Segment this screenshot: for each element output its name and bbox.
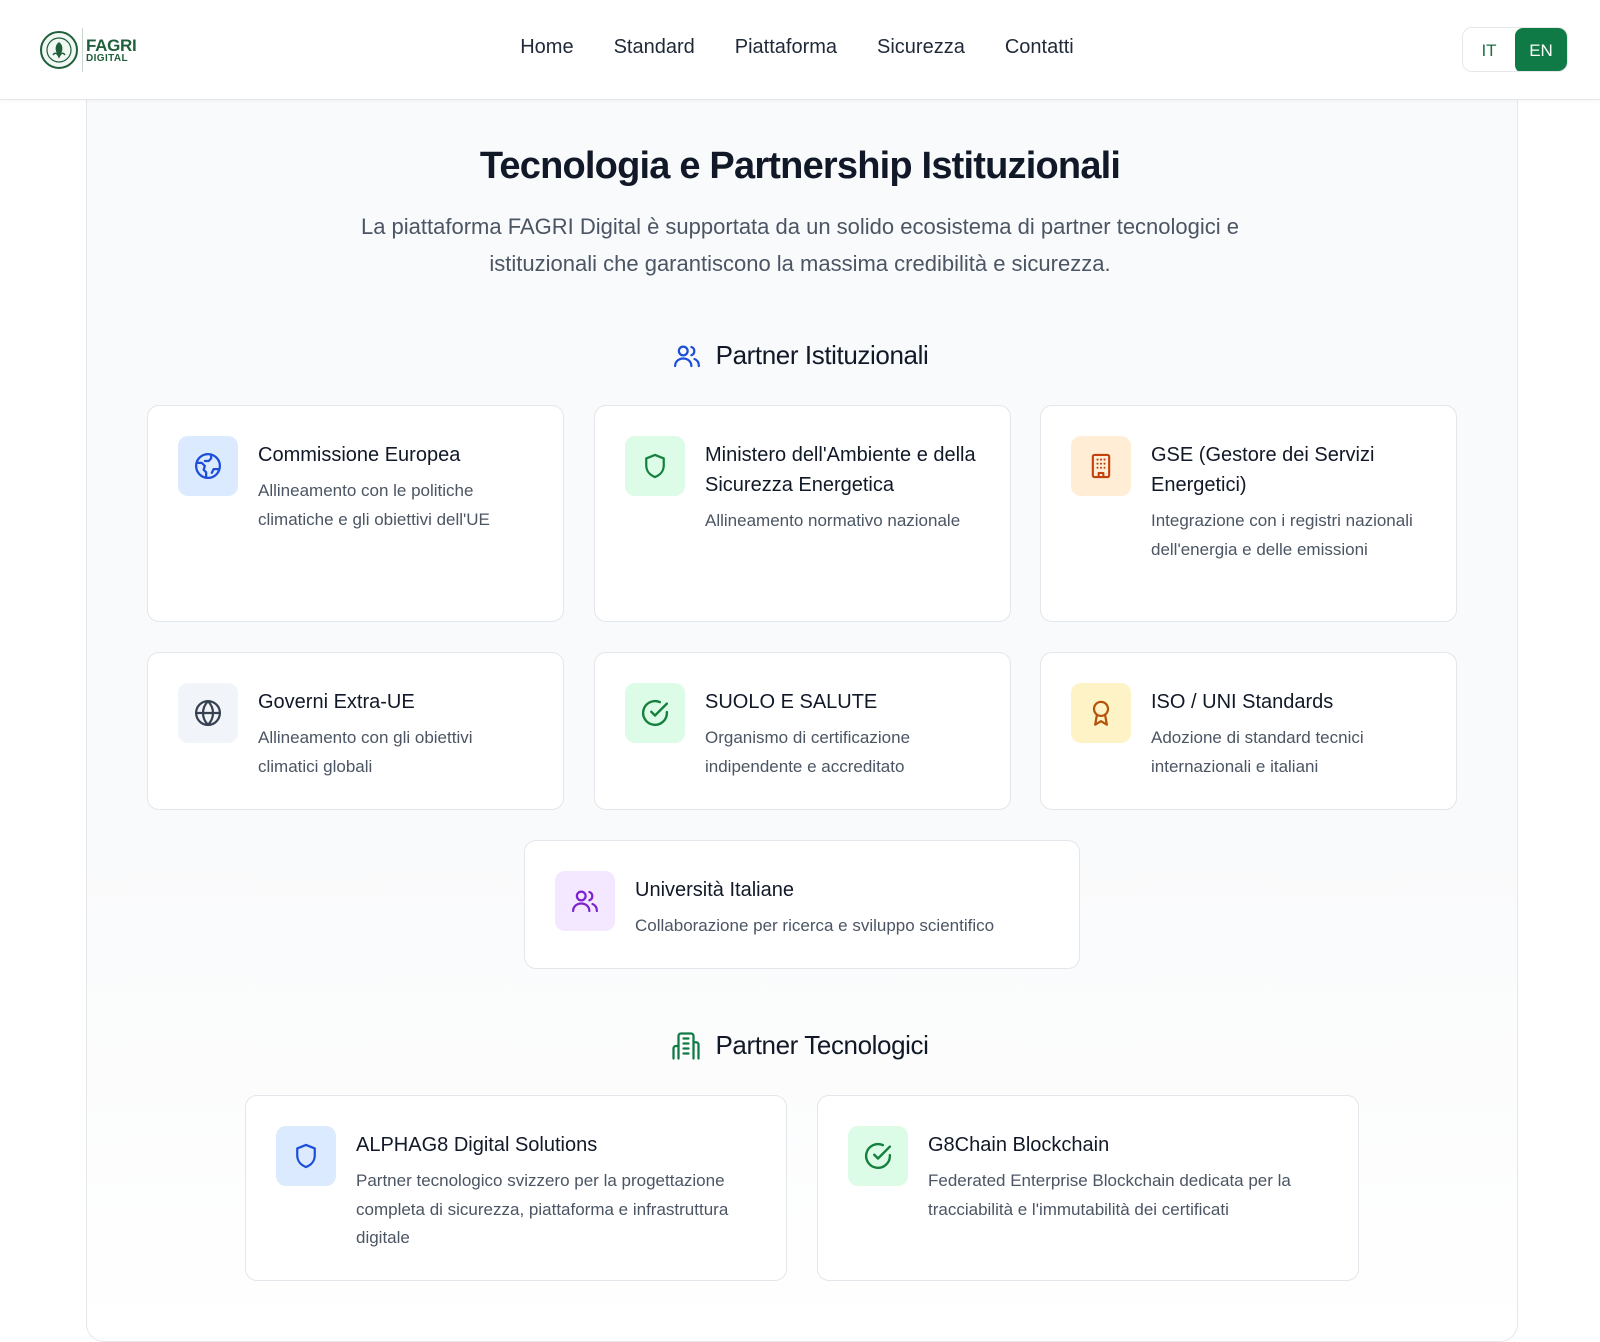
- earth-icon: [178, 436, 238, 496]
- technology-heading-text: Partner Tecnologici: [715, 1030, 929, 1060]
- nav-sicurezza[interactable]: Sicurezza: [877, 36, 965, 59]
- language-switcher: IT EN: [1462, 27, 1568, 72]
- card-title: ISO / UNI Standards: [1151, 691, 1334, 713]
- nav-standard[interactable]: Standard: [614, 36, 695, 59]
- card-description: Partner tecnologico svizzero per la prog…: [356, 1171, 729, 1247]
- page-subtitle: La piattaforma FAGRI Digital è supportat…: [360, 214, 1240, 276]
- card-title: G8Chain Blockchain: [928, 1134, 1110, 1156]
- building-icon: [672, 1031, 701, 1060]
- check-circle-icon: [625, 683, 685, 743]
- card-description: Adozione di standard tecnici internazion…: [1151, 728, 1364, 776]
- tech-card-alphag8[interactable]: ALPHAG8 Digital Solutions Partner tecnol…: [245, 1095, 787, 1281]
- institutional-heading: Partner Istituzionali: [0, 340, 1600, 371]
- card-description: Allineamento con le politiche climatiche…: [258, 481, 490, 529]
- main-nav: Home Standard Piattaforma Sicurezza Cont…: [0, 36, 1600, 59]
- card-title: Università Italiane: [635, 879, 794, 901]
- card-description: Integrazione con i registri nazionali de…: [1151, 511, 1413, 559]
- site-header: FAGRI DIGITAL Home Standard Piattaforma …: [0, 0, 1600, 100]
- partner-card-iso-uni[interactable]: ISO / UNI Standards Adozione di standard…: [1040, 652, 1457, 810]
- partner-card-gse[interactable]: GSE (Gestore dei Servizi Energetici) Int…: [1040, 405, 1457, 622]
- partner-card-governi-extra-ue[interactable]: Governi Extra-UE Allineamento con gli ob…: [147, 652, 564, 810]
- shield-icon: [276, 1126, 336, 1186]
- lang-en-button[interactable]: EN: [1515, 28, 1567, 71]
- card-description: Allineamento normativo nazionale: [705, 511, 961, 530]
- nav-piattaforma[interactable]: Piattaforma: [735, 36, 837, 59]
- partner-card-suolo-e-salute[interactable]: SUOLO E SALUTE Organismo di certificazio…: [594, 652, 1011, 810]
- institutional-heading-text: Partner Istituzionali: [715, 340, 929, 370]
- card-title: SUOLO E SALUTE: [705, 691, 878, 713]
- globe-icon: [178, 683, 238, 743]
- partner-card-universita-italiane[interactable]: Università Italiane Collaborazione per r…: [524, 840, 1080, 969]
- card-description: Organismo di certificazione indipendente…: [705, 728, 911, 776]
- award-icon: [1071, 683, 1131, 743]
- users-icon: [555, 871, 615, 931]
- nav-home[interactable]: Home: [520, 36, 573, 59]
- card-description: Collaborazione per ricerca e sviluppo sc…: [635, 916, 995, 935]
- technology-heading: Partner Tecnologici: [0, 1030, 1600, 1061]
- shield-icon: [625, 436, 685, 496]
- check-circle-icon: [848, 1126, 908, 1186]
- nav-contatti[interactable]: Contatti: [1005, 36, 1074, 59]
- card-title: ALPHAG8 Digital Solutions: [356, 1134, 598, 1156]
- lang-it-button[interactable]: IT: [1463, 28, 1515, 71]
- card-title: Governi Extra-UE: [258, 691, 415, 713]
- card-title: GSE (Gestore dei Servizi Energetici): [1151, 444, 1375, 496]
- card-description: Federated Enterprise Blockchain dedicata…: [928, 1171, 1291, 1219]
- partner-card-commissione-europea[interactable]: Commissione Europea Allineamento con le …: [147, 405, 564, 622]
- card-description: Allineamento con gli obiettivi climatici…: [258, 728, 473, 776]
- card-title: Commissione Europea: [258, 444, 461, 466]
- building-icon: [1071, 436, 1131, 496]
- tech-card-g8chain[interactable]: G8Chain Blockchain Federated Enterprise …: [817, 1095, 1359, 1281]
- users-icon: [673, 345, 700, 367]
- partner-card-ministero-ambiente[interactable]: Ministero dell'Ambiente e della Sicurezz…: [594, 405, 1011, 622]
- card-title: Ministero dell'Ambiente e della Sicurezz…: [705, 444, 976, 496]
- page-title: Tecnologia e Partnership Istituzionali: [479, 145, 1121, 187]
